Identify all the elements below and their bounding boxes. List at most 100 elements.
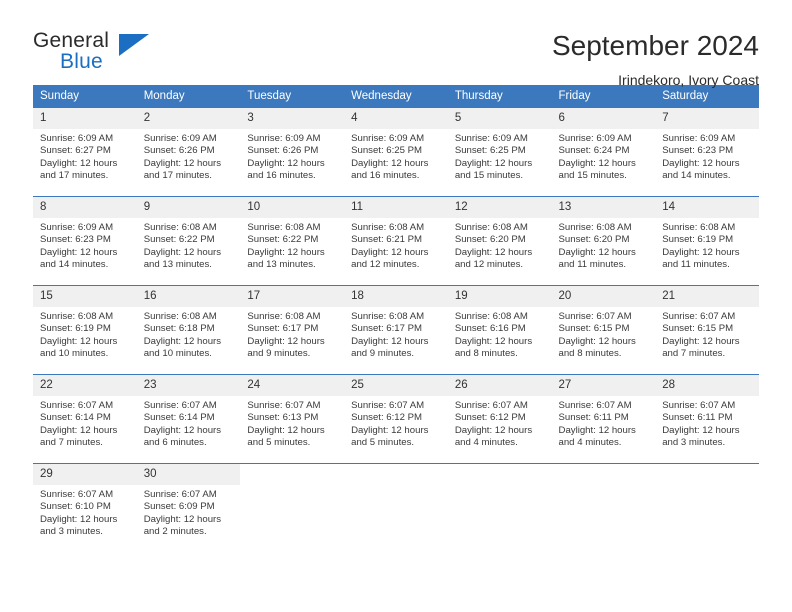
day-sunrise-text: Sunrise: 6:09 AM bbox=[558, 133, 632, 144]
day-sunrise-text: Sunrise: 6:08 AM bbox=[454, 222, 528, 233]
day-sunrise-text: Sunrise: 6:08 AM bbox=[143, 311, 217, 322]
day-number: 20 bbox=[551, 286, 656, 307]
day-daylight-text: Daylight: 12 hours bbox=[454, 157, 533, 169]
day-daylight-text: and 3 minutes. bbox=[662, 437, 726, 449]
day-details: Sunrise: 6:08 AM Sunset: 6:19 PM Daylight:… bbox=[33, 307, 137, 361]
calendar-day-cell[interactable]: 24 Sunrise: 6:07 AM Sunset: 6:13 PM Dayligh… bbox=[240, 374, 345, 464]
calendar-day-cell[interactable]: 12 Sunrise: 6:08 AM Sunset: 6:20 PM Dayligh… bbox=[447, 196, 552, 286]
triangle-icon bbox=[119, 34, 149, 56]
day-sunset-text: Sunset: 6:11 PM bbox=[558, 412, 629, 424]
day-details: Sunrise: 6:09 AM Sunset: 6:25 PM Daylight:… bbox=[344, 129, 448, 183]
day-daylight-text: and 17 minutes. bbox=[143, 170, 212, 182]
page-header: General Blue September 2024 Irindekoro, … bbox=[33, 0, 759, 88]
day-daylight-text: Daylight: 12 hours bbox=[558, 246, 636, 258]
calendar-day-cell[interactable]: 6 Sunrise: 6:09 AM Sunset: 6:24 PM Daylight… bbox=[551, 107, 656, 197]
day-daylight-text: Daylight: 12 hours bbox=[247, 335, 325, 347]
day-number: 9 bbox=[136, 197, 241, 218]
calendar-day-cell[interactable]: 14 Sunrise: 6:08 AM Sunset: 6:19 PM Dayligh… bbox=[655, 196, 759, 286]
day-number: 8 bbox=[33, 197, 137, 218]
brand-logo: General Blue bbox=[33, 30, 173, 80]
day-number: 29 bbox=[33, 464, 137, 485]
day-number: 4 bbox=[344, 108, 448, 129]
calendar-empty-cell bbox=[344, 463, 448, 550]
calendar-day-cell[interactable]: 20 Sunrise: 6:07 AM Sunset: 6:15 PM Dayligh… bbox=[551, 285, 656, 375]
day-details: Sunrise: 6:08 AM Sunset: 6:20 PM Daylight:… bbox=[552, 218, 656, 272]
calendar-day-cell[interactable]: 1 Sunrise: 6:09 AM Sunset: 6:27 PM Daylight… bbox=[33, 107, 137, 197]
day-daylight-text: Daylight: 12 hours bbox=[351, 246, 429, 258]
calendar-day-cell[interactable]: 8 Sunrise: 6:09 AM Sunset: 6:23 PM Daylight… bbox=[33, 196, 137, 286]
day-daylight-text: Daylight: 12 hours bbox=[40, 335, 118, 347]
day-details: Sunrise: 6:07 AM Sunset: 6:10 PM Daylight:… bbox=[33, 485, 137, 539]
day-sunset-text: Sunset: 6:20 PM bbox=[558, 234, 630, 246]
day-daylight-text: Daylight: 12 hours bbox=[351, 157, 429, 169]
calendar-week-row: 1 Sunrise: 6:09 AM Sunset: 6:27 PM Daylight… bbox=[33, 107, 759, 197]
calendar-day-cell[interactable]: 5 Sunrise: 6:09 AM Sunset: 6:25 PM Daylight… bbox=[447, 107, 552, 197]
calendar-day-cell[interactable]: 15 Sunrise: 6:08 AM Sunset: 6:19 PM Dayligh… bbox=[33, 285, 137, 375]
day-daylight-text: Daylight: 12 hours bbox=[662, 157, 740, 169]
day-daylight-text: Daylight: 12 hours bbox=[40, 246, 118, 258]
calendar-day-cell[interactable]: 18 Sunrise: 6:08 AM Sunset: 6:17 PM Dayligh… bbox=[344, 285, 448, 375]
day-sunrise-text: Sunrise: 6:07 AM bbox=[662, 311, 736, 322]
calendar-grid: Sunday Monday Tuesday Wednesday Thursday… bbox=[33, 85, 759, 550]
day-daylight-text: Daylight: 12 hours bbox=[558, 157, 636, 169]
day-daylight-text: Daylight: 12 hours bbox=[247, 424, 325, 436]
calendar-day-cell[interactable]: 28 Sunrise: 6:07 AM Sunset: 6:11 PM Dayligh… bbox=[655, 374, 759, 464]
day-number: 7 bbox=[655, 108, 759, 129]
calendar-day-cell[interactable]: 7 Sunrise: 6:09 AM Sunset: 6:23 PM Daylight… bbox=[655, 107, 759, 197]
day-sunrise-text: Sunrise: 6:07 AM bbox=[662, 400, 736, 411]
day-daylight-text: Daylight: 12 hours bbox=[143, 246, 222, 258]
calendar-day-cell[interactable]: 25 Sunrise: 6:07 AM Sunset: 6:12 PM Dayligh… bbox=[344, 374, 448, 464]
calendar-day-cell[interactable]: 26 Sunrise: 6:07 AM Sunset: 6:12 PM Dayligh… bbox=[447, 374, 552, 464]
day-sunrise-text: Sunrise: 6:08 AM bbox=[40, 311, 114, 322]
day-sunset-text: Sunset: 6:22 PM bbox=[143, 234, 215, 246]
calendar-day-cell[interactable]: 3 Sunrise: 6:09 AM Sunset: 6:26 PM Daylight… bbox=[240, 107, 345, 197]
day-daylight-text: Daylight: 12 hours bbox=[40, 424, 118, 436]
day-daylight-text: Daylight: 12 hours bbox=[662, 246, 740, 258]
day-sunset-text: Sunset: 6:15 PM bbox=[558, 323, 630, 335]
calendar-day-cell[interactable]: 21 Sunrise: 6:07 AM Sunset: 6:15 PM Dayligh… bbox=[655, 285, 759, 375]
calendar-day-cell[interactable]: 2 Sunrise: 6:09 AM Sunset: 6:26 PM Daylight… bbox=[136, 107, 241, 197]
day-daylight-text: and 12 minutes. bbox=[351, 259, 420, 271]
day-daylight-text: Daylight: 12 hours bbox=[454, 424, 533, 436]
calendar-day-cell[interactable]: 13 Sunrise: 6:08 AM Sunset: 6:20 PM Dayligh… bbox=[551, 196, 656, 286]
day-number: 13 bbox=[551, 197, 656, 218]
day-daylight-text: and 10 minutes. bbox=[40, 348, 109, 360]
day-number: 16 bbox=[136, 286, 241, 307]
day-sunrise-text: Sunrise: 6:08 AM bbox=[247, 311, 321, 322]
day-sunset-text: Sunset: 6:13 PM bbox=[247, 412, 319, 424]
calendar-day-cell[interactable]: 30 Sunrise: 6:07 AM Sunset: 6:09 PM Dayligh… bbox=[136, 463, 241, 550]
day-sunrise-text: Sunrise: 6:09 AM bbox=[247, 133, 321, 144]
calendar-day-cell[interactable]: 16 Sunrise: 6:08 AM Sunset: 6:18 PM Dayligh… bbox=[136, 285, 241, 375]
day-details: Sunrise: 6:07 AM Sunset: 6:14 PM Daylight:… bbox=[33, 396, 137, 450]
day-sunset-text: Sunset: 6:21 PM bbox=[351, 234, 423, 246]
calendar-day-cell[interactable]: 29 Sunrise: 6:07 AM Sunset: 6:10 PM Dayligh… bbox=[33, 463, 137, 550]
calendar-day-cell[interactable]: 4 Sunrise: 6:09 AM Sunset: 6:25 PM Daylight… bbox=[344, 107, 448, 197]
calendar-week-row: 29 Sunrise: 6:07 AM Sunset: 6:10 PM Dayligh… bbox=[33, 463, 759, 550]
day-daylight-text: Daylight: 12 hours bbox=[247, 157, 325, 169]
day-sunrise-text: Sunrise: 6:08 AM bbox=[351, 311, 425, 322]
calendar-day-cell[interactable]: 10 Sunrise: 6:08 AM Sunset: 6:22 PM Dayligh… bbox=[240, 196, 345, 286]
day-daylight-text: and 9 minutes. bbox=[247, 348, 311, 360]
weekday-header-tuesday: Tuesday bbox=[240, 85, 345, 108]
day-daylight-text: Daylight: 12 hours bbox=[558, 335, 636, 347]
calendar-day-cell[interactable]: 9 Sunrise: 6:08 AM Sunset: 6:22 PM Daylight… bbox=[136, 196, 241, 286]
calendar-day-cell[interactable]: 11 Sunrise: 6:08 AM Sunset: 6:21 PM Dayligh… bbox=[344, 196, 448, 286]
day-details: Sunrise: 6:08 AM Sunset: 6:21 PM Daylight:… bbox=[344, 218, 448, 272]
day-details: Sunrise: 6:08 AM Sunset: 6:18 PM Daylight:… bbox=[137, 307, 241, 361]
calendar-day-cell[interactable]: 17 Sunrise: 6:08 AM Sunset: 6:17 PM Dayligh… bbox=[240, 285, 345, 375]
day-details: Sunrise: 6:07 AM Sunset: 6:09 PM Daylight:… bbox=[137, 485, 241, 539]
day-daylight-text: Daylight: 12 hours bbox=[40, 157, 118, 169]
calendar-page: General Blue September 2024 Irindekoro, … bbox=[0, 0, 792, 612]
calendar-day-cell[interactable]: 19 Sunrise: 6:08 AM Sunset: 6:16 PM Dayligh… bbox=[447, 285, 552, 375]
day-sunrise-text: Sunrise: 6:07 AM bbox=[40, 489, 114, 500]
calendar-body: 1 Sunrise: 6:09 AM Sunset: 6:27 PM Daylight… bbox=[33, 107, 759, 550]
day-number bbox=[448, 464, 552, 485]
day-daylight-text: and 9 minutes. bbox=[351, 348, 415, 360]
day-daylight-text: and 3 minutes. bbox=[40, 526, 103, 538]
day-number: 24 bbox=[240, 375, 345, 396]
calendar-day-cell[interactable]: 27 Sunrise: 6:07 AM Sunset: 6:11 PM Dayligh… bbox=[551, 374, 656, 464]
calendar-day-cell[interactable]: 22 Sunrise: 6:07 AM Sunset: 6:14 PM Dayligh… bbox=[33, 374, 137, 464]
calendar-day-cell[interactable]: 23 Sunrise: 6:07 AM Sunset: 6:14 PM Dayligh… bbox=[136, 374, 241, 464]
day-details: Sunrise: 6:08 AM Sunset: 6:19 PM Daylight:… bbox=[655, 218, 759, 272]
day-number: 28 bbox=[655, 375, 759, 396]
